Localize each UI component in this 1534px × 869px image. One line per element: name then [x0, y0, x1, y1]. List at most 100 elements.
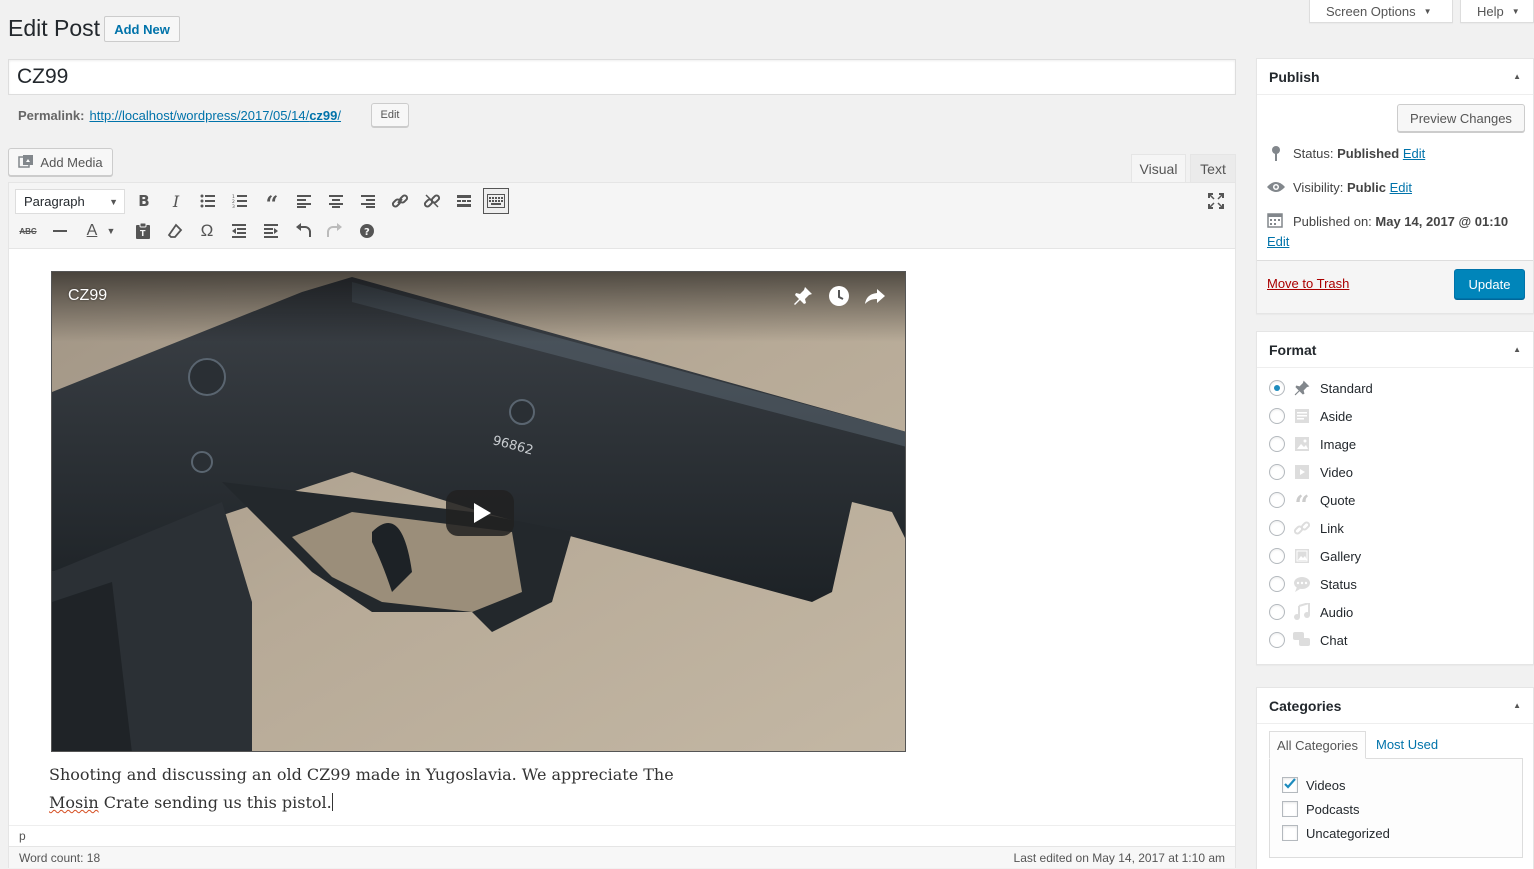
- format-radio-link[interactable]: [1269, 520, 1285, 536]
- tab-visual[interactable]: Visual: [1131, 154, 1186, 183]
- outdent-icon[interactable]: [226, 218, 252, 244]
- gallery-icon: [1293, 547, 1311, 565]
- blockquote-icon[interactable]: “: [259, 188, 285, 218]
- category-checkbox-podcasts[interactable]: [1282, 801, 1298, 817]
- add-new-button[interactable]: Add New: [104, 16, 180, 42]
- keyboard-shortcuts-icon[interactable]: ?: [354, 218, 380, 244]
- format-label-quote[interactable]: Quote: [1320, 493, 1355, 508]
- horizontal-line-icon[interactable]: [47, 218, 73, 244]
- format-radio-status[interactable]: [1269, 576, 1285, 592]
- category-checkbox-videos[interactable]: [1282, 777, 1298, 793]
- italic-icon[interactable]: I: [163, 188, 189, 214]
- bold-icon[interactable]: B: [131, 188, 157, 214]
- editor-path-bar: p: [9, 825, 1235, 846]
- checkmark-icon: [1284, 778, 1296, 789]
- bulleted-list-icon[interactable]: [195, 188, 221, 214]
- word-count: Word count: 18: [19, 850, 101, 865]
- content-line-1: Shooting and discussing an old CZ99 made…: [49, 765, 674, 784]
- special-character-icon[interactable]: Ω: [194, 218, 220, 244]
- link-icon: [1293, 519, 1311, 537]
- preview-changes-button[interactable]: Preview Changes: [1397, 104, 1525, 132]
- clock-icon[interactable]: [828, 285, 850, 307]
- category-label-podcasts[interactable]: Podcasts: [1306, 802, 1359, 817]
- indent-icon[interactable]: [258, 218, 284, 244]
- format-radio-video[interactable]: [1269, 464, 1285, 480]
- caret-down-icon[interactable]: ▼: [104, 218, 118, 244]
- read-more-icon[interactable]: [451, 188, 477, 214]
- align-center-icon[interactable]: [323, 188, 349, 214]
- format-header[interactable]: Format ▲: [1257, 332, 1533, 368]
- category-label-uncategorized[interactable]: Uncategorized: [1306, 826, 1390, 841]
- align-right-icon[interactable]: [355, 188, 381, 214]
- paste-as-text-icon[interactable]: T: [130, 218, 156, 244]
- visibility-eye-icon: [1266, 180, 1286, 194]
- format-radio-audio[interactable]: [1269, 604, 1285, 620]
- video-embed[interactable]: 96862 CZ99: [51, 271, 906, 752]
- undo-icon[interactable]: [290, 218, 316, 244]
- format-label-image[interactable]: Image: [1320, 437, 1356, 452]
- align-left-icon[interactable]: [291, 188, 317, 214]
- play-button[interactable]: [446, 490, 514, 536]
- aside-icon: [1293, 407, 1311, 425]
- page-title: Edit Post: [8, 15, 101, 41]
- post-title-input[interactable]: CZ99: [8, 59, 1236, 95]
- redo-icon[interactable]: [322, 218, 348, 244]
- format-radio-image[interactable]: [1269, 436, 1285, 452]
- published-edit-link[interactable]: Edit: [1267, 234, 1289, 249]
- status-edit-link[interactable]: Edit: [1403, 146, 1425, 161]
- status-row: Status: Published Edit: [1293, 146, 1426, 161]
- svg-text:T: T: [140, 229, 146, 238]
- strikethrough-icon[interactable]: ABC: [15, 218, 41, 244]
- tab-most-used[interactable]: Most Used: [1376, 737, 1438, 752]
- caret-down-icon: ▼: [1511, 6, 1520, 16]
- toolbar-toggle-icon[interactable]: [483, 188, 509, 214]
- category-checkbox-uncategorized[interactable]: [1282, 825, 1298, 841]
- insert-link-icon[interactable]: [387, 188, 413, 214]
- format-radio-chat[interactable]: [1269, 632, 1285, 648]
- share-icon[interactable]: [864, 285, 886, 307]
- tab-text[interactable]: Text: [1190, 154, 1236, 182]
- format-label-chat[interactable]: Chat: [1320, 633, 1347, 648]
- text-cursor: [331, 793, 333, 811]
- collapse-arrow-icon[interactable]: ▲: [1513, 345, 1521, 354]
- category-label-videos[interactable]: Videos: [1306, 778, 1346, 793]
- update-button[interactable]: Update: [1454, 269, 1525, 299]
- help-button[interactable]: Help ▼: [1460, 0, 1534, 23]
- clear-formatting-icon[interactable]: [162, 218, 188, 244]
- format-label-audio[interactable]: Audio: [1320, 605, 1353, 620]
- visibility-edit-link[interactable]: Edit: [1390, 180, 1412, 195]
- format-label-standard[interactable]: Standard: [1320, 381, 1373, 396]
- format-label-aside[interactable]: Aside: [1320, 409, 1353, 424]
- svg-text:3: 3: [232, 204, 235, 208]
- numbered-list-icon[interactable]: 123: [227, 188, 253, 214]
- fullscreen-icon[interactable]: [1203, 188, 1229, 214]
- permalink-link[interactable]: http://localhost/wordpress/2017/05/14/cz…: [89, 108, 341, 123]
- status-icon: [1293, 575, 1311, 593]
- collapse-arrow-icon[interactable]: ▲: [1513, 72, 1521, 81]
- format-radio-standard[interactable]: [1269, 380, 1285, 396]
- screen-options-button[interactable]: Screen Options ▼: [1309, 0, 1453, 23]
- collapse-arrow-icon[interactable]: ▲: [1513, 701, 1521, 710]
- format-radio-quote[interactable]: [1269, 492, 1285, 508]
- categories-header[interactable]: Categories ▲: [1257, 688, 1533, 724]
- move-to-trash-link[interactable]: Move to Trash: [1267, 276, 1349, 291]
- text-color-icon[interactable]: A: [79, 218, 105, 244]
- add-media-button[interactable]: Add Media: [8, 148, 113, 176]
- element-path[interactable]: p: [19, 829, 26, 843]
- format-label-video[interactable]: Video: [1320, 465, 1353, 480]
- format-label-gallery[interactable]: Gallery: [1320, 549, 1361, 564]
- pushpin-icon: [1293, 379, 1311, 397]
- publish-header[interactable]: Publish ▲: [1257, 59, 1533, 95]
- format-label-link[interactable]: Link: [1320, 521, 1344, 536]
- permalink-edit-button[interactable]: Edit: [371, 103, 409, 127]
- format-label-status[interactable]: Status: [1320, 577, 1357, 592]
- format-radio-aside[interactable]: [1269, 408, 1285, 424]
- permalink-label: Permalink:: [18, 108, 85, 123]
- content-line-2: Mosin Crate sending us this pistol.: [49, 793, 333, 812]
- tab-all-categories[interactable]: All Categories: [1269, 731, 1366, 759]
- format-radio-gallery[interactable]: [1269, 548, 1285, 564]
- format-select[interactable]: Paragraph ▼: [15, 189, 125, 214]
- post-content[interactable]: Shooting and discussing an old CZ99 made…: [49, 761, 729, 817]
- unlink-icon[interactable]: [419, 188, 445, 214]
- watch-later-pin-icon[interactable]: [792, 285, 814, 307]
